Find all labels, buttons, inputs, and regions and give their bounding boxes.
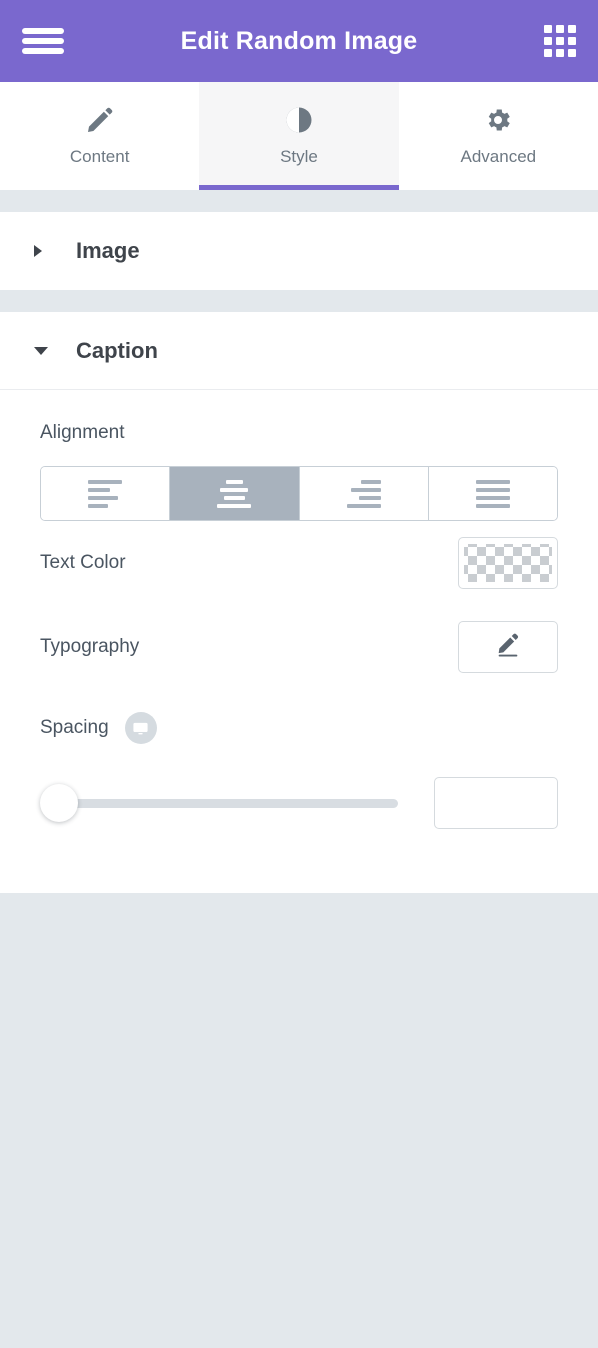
align-center-icon <box>217 479 252 508</box>
apps-grid-cell <box>544 25 552 33</box>
control-typography: Typography <box>0 605 598 689</box>
apps-grid-cell <box>568 49 576 57</box>
control-alignment: Alignment <box>0 390 598 521</box>
hamburger-menu-icon[interactable] <box>22 26 64 56</box>
spacing-header: Spacing <box>40 689 558 767</box>
panel-header: Edit Random Image <box>0 0 598 82</box>
apps-grid-cell <box>568 25 576 33</box>
contrast-icon <box>284 105 314 135</box>
page-title: Edit Random Image <box>180 26 418 55</box>
apps-grid-cell <box>556 25 564 33</box>
section-title: Caption <box>76 337 158 363</box>
apps-grid-cell <box>556 49 564 57</box>
section-separator <box>0 290 598 312</box>
align-justify-icon <box>475 479 510 508</box>
align-left-icon <box>88 479 123 508</box>
align-center-button[interactable] <box>170 467 300 520</box>
tab-content[interactable]: Content <box>0 82 199 190</box>
section-title: Image <box>76 238 140 263</box>
align-justify-button[interactable] <box>428 467 557 520</box>
tab-style[interactable]: Style <box>199 82 399 190</box>
slider-track <box>48 798 398 808</box>
tab-label: Style <box>280 147 318 166</box>
typography-edit-button[interactable] <box>458 621 558 673</box>
pencil-icon <box>85 105 115 135</box>
spacing-label: Spacing <box>40 717 109 738</box>
tab-label: Content <box>69 147 130 166</box>
caret-down-icon <box>34 346 50 355</box>
elementor-editor-panel: Edit Random Image Content Style Advanced… <box>0 0 598 1348</box>
tab-advanced[interactable]: Advanced <box>399 82 598 190</box>
typography-label: Typography <box>40 636 140 657</box>
hamburger-bar <box>22 28 64 34</box>
slider-thumb[interactable] <box>40 784 78 822</box>
panel-tabs: Content Style Advanced <box>0 82 598 190</box>
section-caption: Caption Alignment Text Color Typography … <box>0 312 598 893</box>
caret-right-icon <box>34 245 50 257</box>
gear-icon <box>483 105 513 135</box>
text-color-label: Text Color <box>40 552 126 573</box>
apps-grid-cell <box>556 37 564 45</box>
desktop-monitor-icon[interactable] <box>124 712 157 744</box>
section-header-image[interactable]: Image <box>0 212 598 290</box>
align-right-icon <box>346 479 381 508</box>
section-separator <box>0 190 598 212</box>
empty-canvas-area <box>0 893 598 1348</box>
apps-grid-cell <box>544 37 552 45</box>
spacing-slider-row <box>40 767 558 875</box>
apps-grid-cell <box>544 49 552 57</box>
text-color-swatch[interactable] <box>458 537 558 589</box>
align-right-button[interactable] <box>299 467 429 520</box>
alignment-label: Alignment <box>40 422 125 443</box>
apps-grid-icon[interactable] <box>544 25 576 57</box>
control-text-color: Text Color <box>0 521 598 605</box>
panel-bottom-padding <box>0 875 598 893</box>
tab-label: Advanced <box>460 147 537 166</box>
spacing-slider[interactable] <box>40 783 402 823</box>
section-header-caption[interactable]: Caption <box>0 312 598 390</box>
pencil-edit-icon <box>494 631 522 664</box>
control-spacing: Spacing <box>0 689 598 875</box>
align-left-button[interactable] <box>41 467 171 520</box>
alignment-choices <box>40 466 558 521</box>
section-image: Image <box>0 212 598 290</box>
apps-grid-cell <box>568 37 576 45</box>
hamburger-bar <box>22 48 64 54</box>
spacing-number-input[interactable] <box>434 777 558 829</box>
hamburger-bar <box>22 38 64 44</box>
